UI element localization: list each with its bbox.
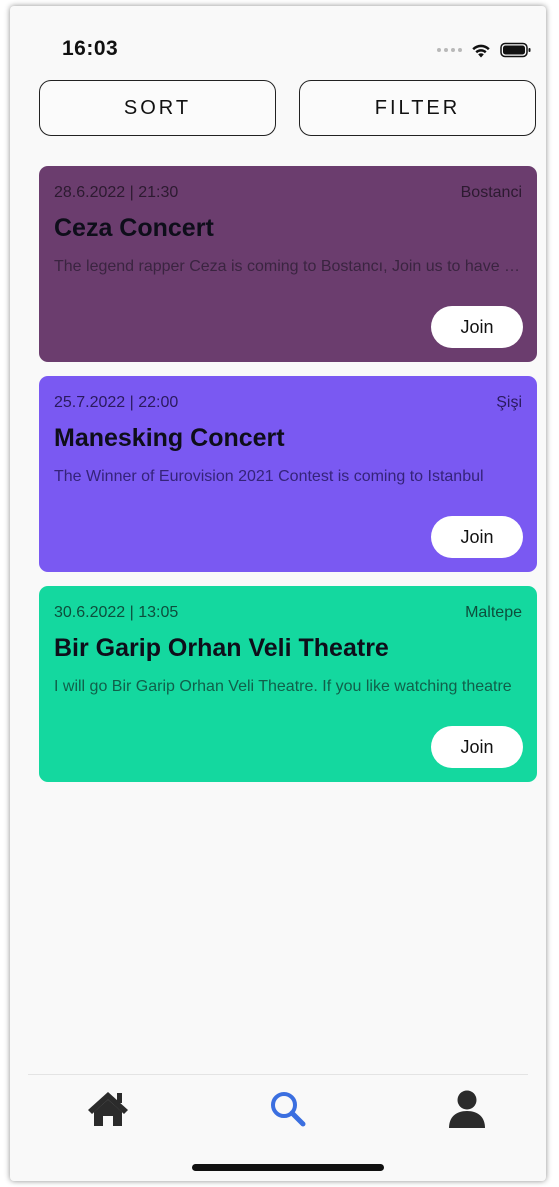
event-card[interactable]: 30.6.2022 | 13:05 Maltepe Bir Garip Orha… (39, 586, 537, 782)
filter-button[interactable]: FILTER (299, 80, 536, 136)
event-card[interactable]: 28.6.2022 | 21:30 Bostanci Ceza Concert … (39, 166, 537, 362)
event-description: The legend rapper Ceza is coming to Bost… (54, 258, 522, 275)
join-button[interactable]: Join (431, 306, 523, 348)
event-date: 25.7.2022 | 22:00 (54, 394, 179, 411)
sort-button[interactable]: SORT (39, 80, 276, 136)
battery-icon (500, 42, 531, 58)
status-time: 16:03 (62, 37, 119, 60)
event-place: Bostanci (460, 184, 522, 201)
home-indicator[interactable] (192, 1164, 384, 1171)
profile-icon (449, 1090, 485, 1128)
event-place: Şişi (496, 394, 522, 411)
home-icon (88, 1092, 128, 1126)
tab-bar (28, 1074, 528, 1145)
event-card[interactable]: 25.7.2022 | 22:00 Şişi Manesking Concert… (39, 376, 537, 572)
status-icons (437, 40, 532, 60)
status-bar: 16:03 (10, 6, 546, 76)
event-date: 28.6.2022 | 21:30 (54, 184, 179, 201)
app-screen: 16:03 SORT FILTER 28.6.2022 | 21:30 Bost… (10, 6, 546, 1181)
event-description: The Winner of Eurovision 2021 Contest is… (54, 468, 484, 485)
event-description: I will go Bir Garip Orhan Veli Theatre. … (54, 678, 512, 695)
event-title: Ceza Concert (54, 214, 214, 242)
tab-search[interactable] (263, 1087, 313, 1131)
wifi-icon (472, 44, 490, 57)
search-icon (271, 1092, 306, 1127)
tab-profile[interactable] (442, 1087, 492, 1131)
event-place: Maltepe (465, 604, 522, 621)
event-title: Manesking Concert (54, 424, 285, 452)
tab-home[interactable] (83, 1087, 133, 1131)
join-button[interactable]: Join (431, 726, 523, 768)
join-button[interactable]: Join (431, 516, 523, 558)
toolbar: SORT FILTER (39, 80, 539, 138)
event-title: Bir Garip Orhan Veli Theatre (54, 634, 389, 662)
event-date: 30.6.2022 | 13:05 (54, 604, 179, 621)
signal-icon (437, 48, 462, 52)
